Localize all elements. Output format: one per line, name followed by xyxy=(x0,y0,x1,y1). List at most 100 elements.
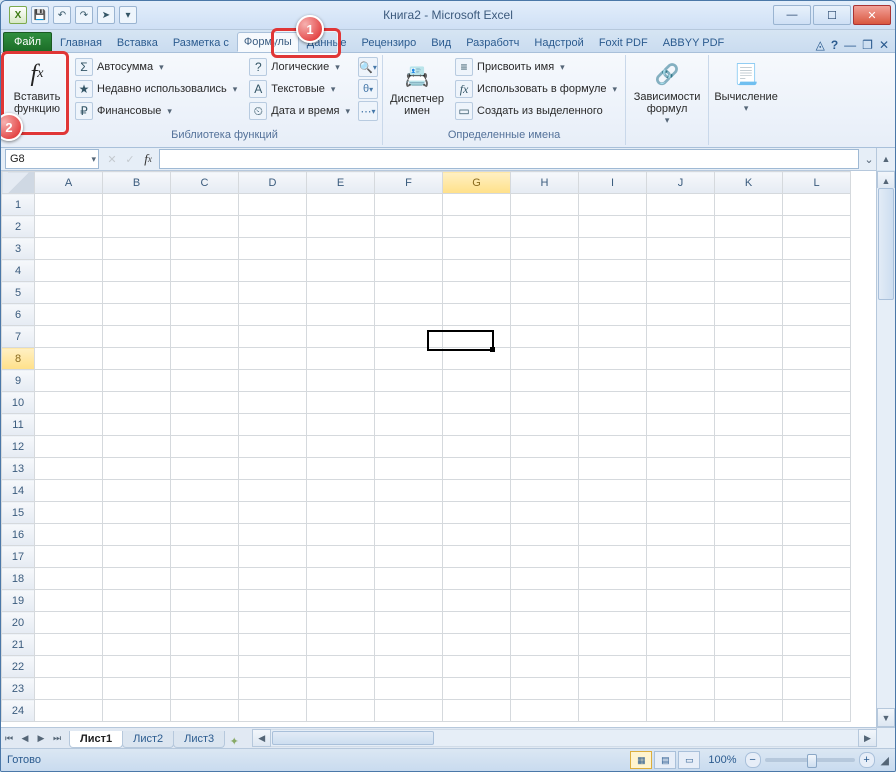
tab-home[interactable]: Главная xyxy=(53,33,109,52)
cell-B8[interactable] xyxy=(103,348,171,370)
row-header-19[interactable]: 19 xyxy=(2,590,35,612)
cell-A18[interactable] xyxy=(35,568,103,590)
cell-E21[interactable] xyxy=(307,634,375,656)
cell-C11[interactable] xyxy=(171,414,239,436)
cell-K16[interactable] xyxy=(715,524,783,546)
tab-addins[interactable]: Надстрой xyxy=(527,33,590,52)
tab-review[interactable]: Рецензиро xyxy=(355,33,424,52)
cell-C14[interactable] xyxy=(171,480,239,502)
cell-J16[interactable] xyxy=(647,524,715,546)
cell-C19[interactable] xyxy=(171,590,239,612)
cell-A19[interactable] xyxy=(35,590,103,612)
cell-L11[interactable] xyxy=(783,414,851,436)
row-header-6[interactable]: 6 xyxy=(2,304,35,326)
cell-C5[interactable] xyxy=(171,282,239,304)
cell-H22[interactable] xyxy=(511,656,579,678)
cell-A3[interactable] xyxy=(35,238,103,260)
cell-F22[interactable] xyxy=(375,656,443,678)
tab-nav-next[interactable]: ▶ xyxy=(33,733,49,744)
cell-L13[interactable] xyxy=(783,458,851,480)
cell-I17[interactable] xyxy=(579,546,647,568)
cell-K10[interactable] xyxy=(715,392,783,414)
cell-H17[interactable] xyxy=(511,546,579,568)
cell-I6[interactable] xyxy=(579,304,647,326)
row-header-18[interactable]: 18 xyxy=(2,568,35,590)
cell-K17[interactable] xyxy=(715,546,783,568)
hscroll-left-button[interactable]: ◀ xyxy=(252,729,271,747)
cell-A7[interactable] xyxy=(35,326,103,348)
resize-grip-icon[interactable]: ◢ xyxy=(881,754,889,767)
autosum-button[interactable]: ΣАвтосумма▾ xyxy=(71,57,241,77)
cell-G6[interactable] xyxy=(443,304,511,326)
ribbon-minimize-icon[interactable]: ◬ xyxy=(816,38,825,52)
cell-A16[interactable] xyxy=(35,524,103,546)
cell-J23[interactable] xyxy=(647,678,715,700)
cell-E10[interactable] xyxy=(307,392,375,414)
cell-L3[interactable] xyxy=(783,238,851,260)
cell-C1[interactable] xyxy=(171,194,239,216)
cell-H14[interactable] xyxy=(511,480,579,502)
cell-H2[interactable] xyxy=(511,216,579,238)
cell-J15[interactable] xyxy=(647,502,715,524)
cell-K13[interactable] xyxy=(715,458,783,480)
cell-I23[interactable] xyxy=(579,678,647,700)
cell-E24[interactable] xyxy=(307,700,375,722)
cell-C13[interactable] xyxy=(171,458,239,480)
forward-icon[interactable]: ➤ xyxy=(97,6,115,24)
cell-G1[interactable] xyxy=(443,194,511,216)
cell-A6[interactable] xyxy=(35,304,103,326)
cell-I22[interactable] xyxy=(579,656,647,678)
cell-H19[interactable] xyxy=(511,590,579,612)
cell-J1[interactable] xyxy=(647,194,715,216)
cell-D10[interactable] xyxy=(239,392,307,414)
cell-A4[interactable] xyxy=(35,260,103,282)
cell-F3[interactable] xyxy=(375,238,443,260)
more-functions-icon[interactable]: ⋯ ▾ xyxy=(358,101,378,121)
tab-file[interactable]: Файл xyxy=(3,32,52,52)
horizontal-scrollbar[interactable]: ◀ ▶ xyxy=(252,729,877,747)
cell-G2[interactable] xyxy=(443,216,511,238)
cell-A11[interactable] xyxy=(35,414,103,436)
cell-L14[interactable] xyxy=(783,480,851,502)
cell-I4[interactable] xyxy=(579,260,647,282)
cell-F20[interactable] xyxy=(375,612,443,634)
cell-B3[interactable] xyxy=(103,238,171,260)
cell-A13[interactable] xyxy=(35,458,103,480)
cell-L5[interactable] xyxy=(783,282,851,304)
cell-E12[interactable] xyxy=(307,436,375,458)
chevron-down-icon[interactable]: ▾ xyxy=(91,154,96,165)
cell-K21[interactable] xyxy=(715,634,783,656)
logical-button[interactable]: ?Логические▾ xyxy=(245,57,354,77)
select-all-corner[interactable] xyxy=(2,172,35,194)
row-header-4[interactable]: 4 xyxy=(2,260,35,282)
view-page-layout-button[interactable]: ▤ xyxy=(654,751,676,769)
cell-G3[interactable] xyxy=(443,238,511,260)
cell-C4[interactable] xyxy=(171,260,239,282)
cell-G22[interactable] xyxy=(443,656,511,678)
hscroll-thumb[interactable] xyxy=(272,731,434,745)
cell-E11[interactable] xyxy=(307,414,375,436)
cell-L20[interactable] xyxy=(783,612,851,634)
cell-L23[interactable] xyxy=(783,678,851,700)
close-button[interactable]: ✕ xyxy=(853,5,891,25)
cell-F2[interactable] xyxy=(375,216,443,238)
zoom-in-button[interactable]: + xyxy=(859,752,875,768)
tab-abbyy[interactable]: ABBYY PDF xyxy=(656,33,732,52)
tab-insert[interactable]: Вставка xyxy=(110,33,165,52)
cell-A23[interactable] xyxy=(35,678,103,700)
row-header-8[interactable]: 8 xyxy=(2,348,35,370)
cell-G18[interactable] xyxy=(443,568,511,590)
cell-L19[interactable] xyxy=(783,590,851,612)
cell-B14[interactable] xyxy=(103,480,171,502)
row-header-20[interactable]: 20 xyxy=(2,612,35,634)
row-header-3[interactable]: 3 xyxy=(2,238,35,260)
cell-J8[interactable] xyxy=(647,348,715,370)
cell-A9[interactable] xyxy=(35,370,103,392)
cell-E19[interactable] xyxy=(307,590,375,612)
cell-K4[interactable] xyxy=(715,260,783,282)
cell-K20[interactable] xyxy=(715,612,783,634)
cell-G24[interactable] xyxy=(443,700,511,722)
excel-icon[interactable]: X xyxy=(9,6,27,24)
cell-B20[interactable] xyxy=(103,612,171,634)
cell-L8[interactable] xyxy=(783,348,851,370)
